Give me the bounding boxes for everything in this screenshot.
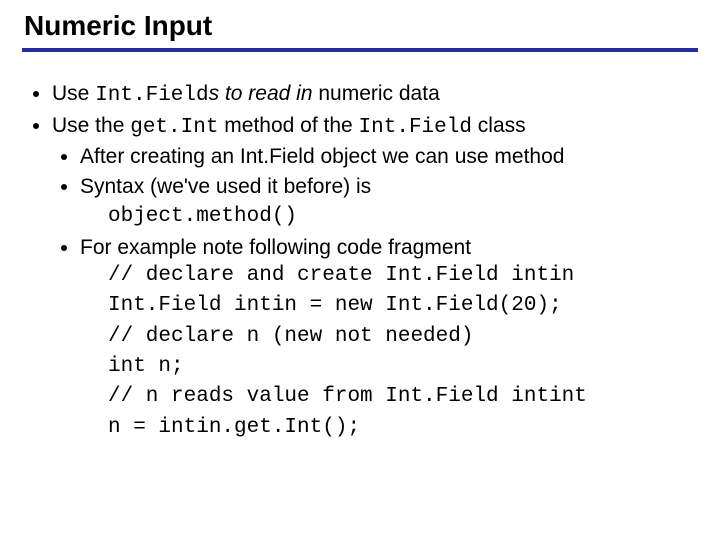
- slide-title: Numeric Input: [22, 10, 698, 42]
- title-underline: [22, 48, 698, 52]
- syntax-block: object.method(): [108, 201, 698, 231]
- sub-bullet-2: Syntax (we've used it before) is object.…: [80, 173, 698, 232]
- text: Use the: [52, 114, 130, 137]
- text: After creating an Int.Field object we ca…: [80, 145, 564, 168]
- text: Use: [52, 82, 95, 105]
- code-syntax: object.method(): [108, 205, 297, 228]
- code-line-3: // declare n (new not needed): [108, 323, 698, 351]
- code-getint: get.Int: [130, 116, 218, 139]
- slide: Numeric Input Use Int.Fields to read in …: [0, 0, 720, 540]
- code-line-6: n = intin.get.Int();: [108, 414, 698, 442]
- code-line-4: int n;: [108, 353, 698, 381]
- text: Syntax (we've used it before) is: [80, 175, 371, 198]
- text: class: [472, 114, 526, 137]
- code-line-5: // n reads value from Int.Field intint: [108, 383, 698, 411]
- code-line-1: // declare and create Int.Field intin: [108, 262, 698, 290]
- bullet-1: Use Int.Fields to read in numeric data: [52, 80, 698, 110]
- bullet-list: Use Int.Fields to read in numeric data U…: [22, 80, 698, 442]
- text: method of the: [218, 114, 358, 137]
- code-fragment: // declare and create Int.Field intin In…: [108, 262, 698, 442]
- code-line-2: Int.Field intin = new Int.Field(20);: [108, 292, 698, 320]
- bullet-2: Use the get.Int method of the Int.Field …: [52, 112, 698, 442]
- sub-bullet-list: After creating an Int.Field object we ca…: [52, 143, 698, 442]
- code-intfield: Int.Field: [359, 116, 472, 139]
- sub-bullet-3: For example note following code fragment…: [80, 234, 698, 442]
- text: numeric data: [313, 82, 440, 105]
- sub-bullet-1: After creating an Int.Field object we ca…: [80, 143, 698, 171]
- code-intfield: Int.Field: [95, 84, 208, 107]
- text: For example note following code fragment: [80, 236, 471, 259]
- text-italic: s to read in: [209, 82, 313, 105]
